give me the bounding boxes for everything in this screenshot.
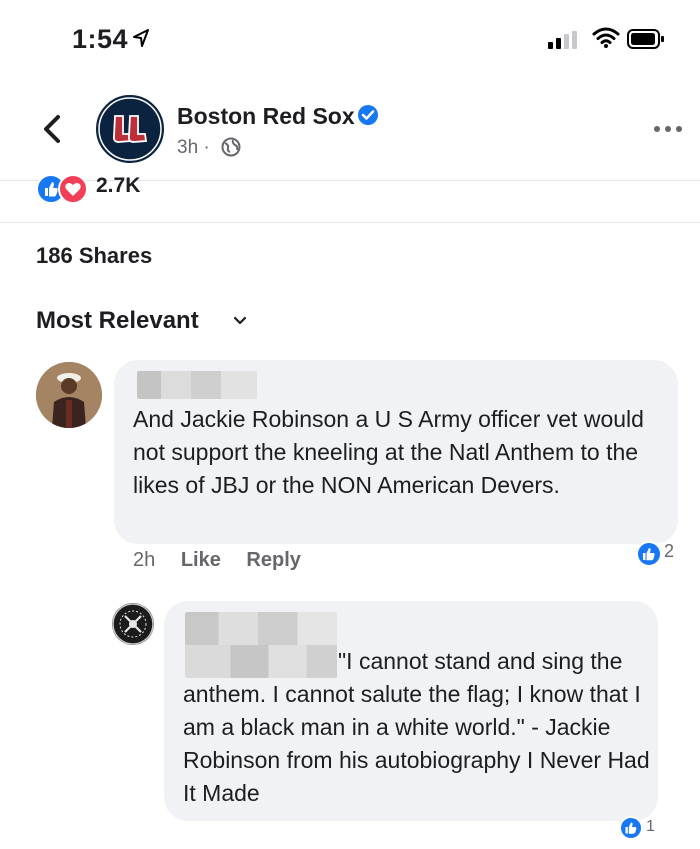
comment-actions: 2h Like Reply [133,549,321,572]
reaction-count: 2.7K [96,174,141,197]
more-options-icon[interactable] [653,125,683,133]
comment-timestamp[interactable]: 2h [133,549,155,571]
post-timestamp[interactable]: 3h · [177,137,210,159]
cellular-signal-icon [548,31,577,49]
like-button[interactable]: Like [181,549,221,571]
status-time: 1:54 [72,24,129,54]
commenter-photo [36,362,102,428]
reply-like-count-icon[interactable] [618,815,644,841]
wifi-icon [592,27,620,48]
post-header: Boston Red Sox 3h · [0,84,700,181]
reply-avatar[interactable] [112,603,154,645]
emblem-icon [112,603,154,645]
status-bar: 1:54 [0,0,700,80]
reply-button[interactable]: Reply [246,549,300,571]
share-count[interactable]: 186 Shares [36,243,152,269]
page-avatar[interactable] [96,95,164,163]
chevron-down-icon[interactable] [233,316,247,326]
red-sox-logo [98,97,162,161]
comment-like-count: 2 [664,541,675,561]
comment-text: And Jackie Robinson a U S Army officer v… [133,406,644,498]
reply-text: "I cannot stand and sing the anthem. I c… [183,645,653,810]
reactions-summary[interactable]: 2.7K [0,170,700,223]
commenter-avatar[interactable] [36,362,102,428]
comment-sort-label[interactable]: Most Relevant [36,307,199,335]
love-reaction-icon [58,174,88,204]
reply-text-content: "I cannot stand and sing the anthem. I c… [183,648,650,806]
globe-icon [221,137,241,157]
location-arrow-icon [133,29,149,47]
battery-icon [627,29,664,49]
reply-like-count: 1 [646,818,655,835]
back-arrow-icon[interactable] [42,114,62,144]
like-count-icon[interactable] [635,540,663,568]
page-name[interactable]: Boston Red Sox [177,103,355,130]
verified-badge-icon [358,105,378,125]
redacted-commenter-name [137,371,257,399]
